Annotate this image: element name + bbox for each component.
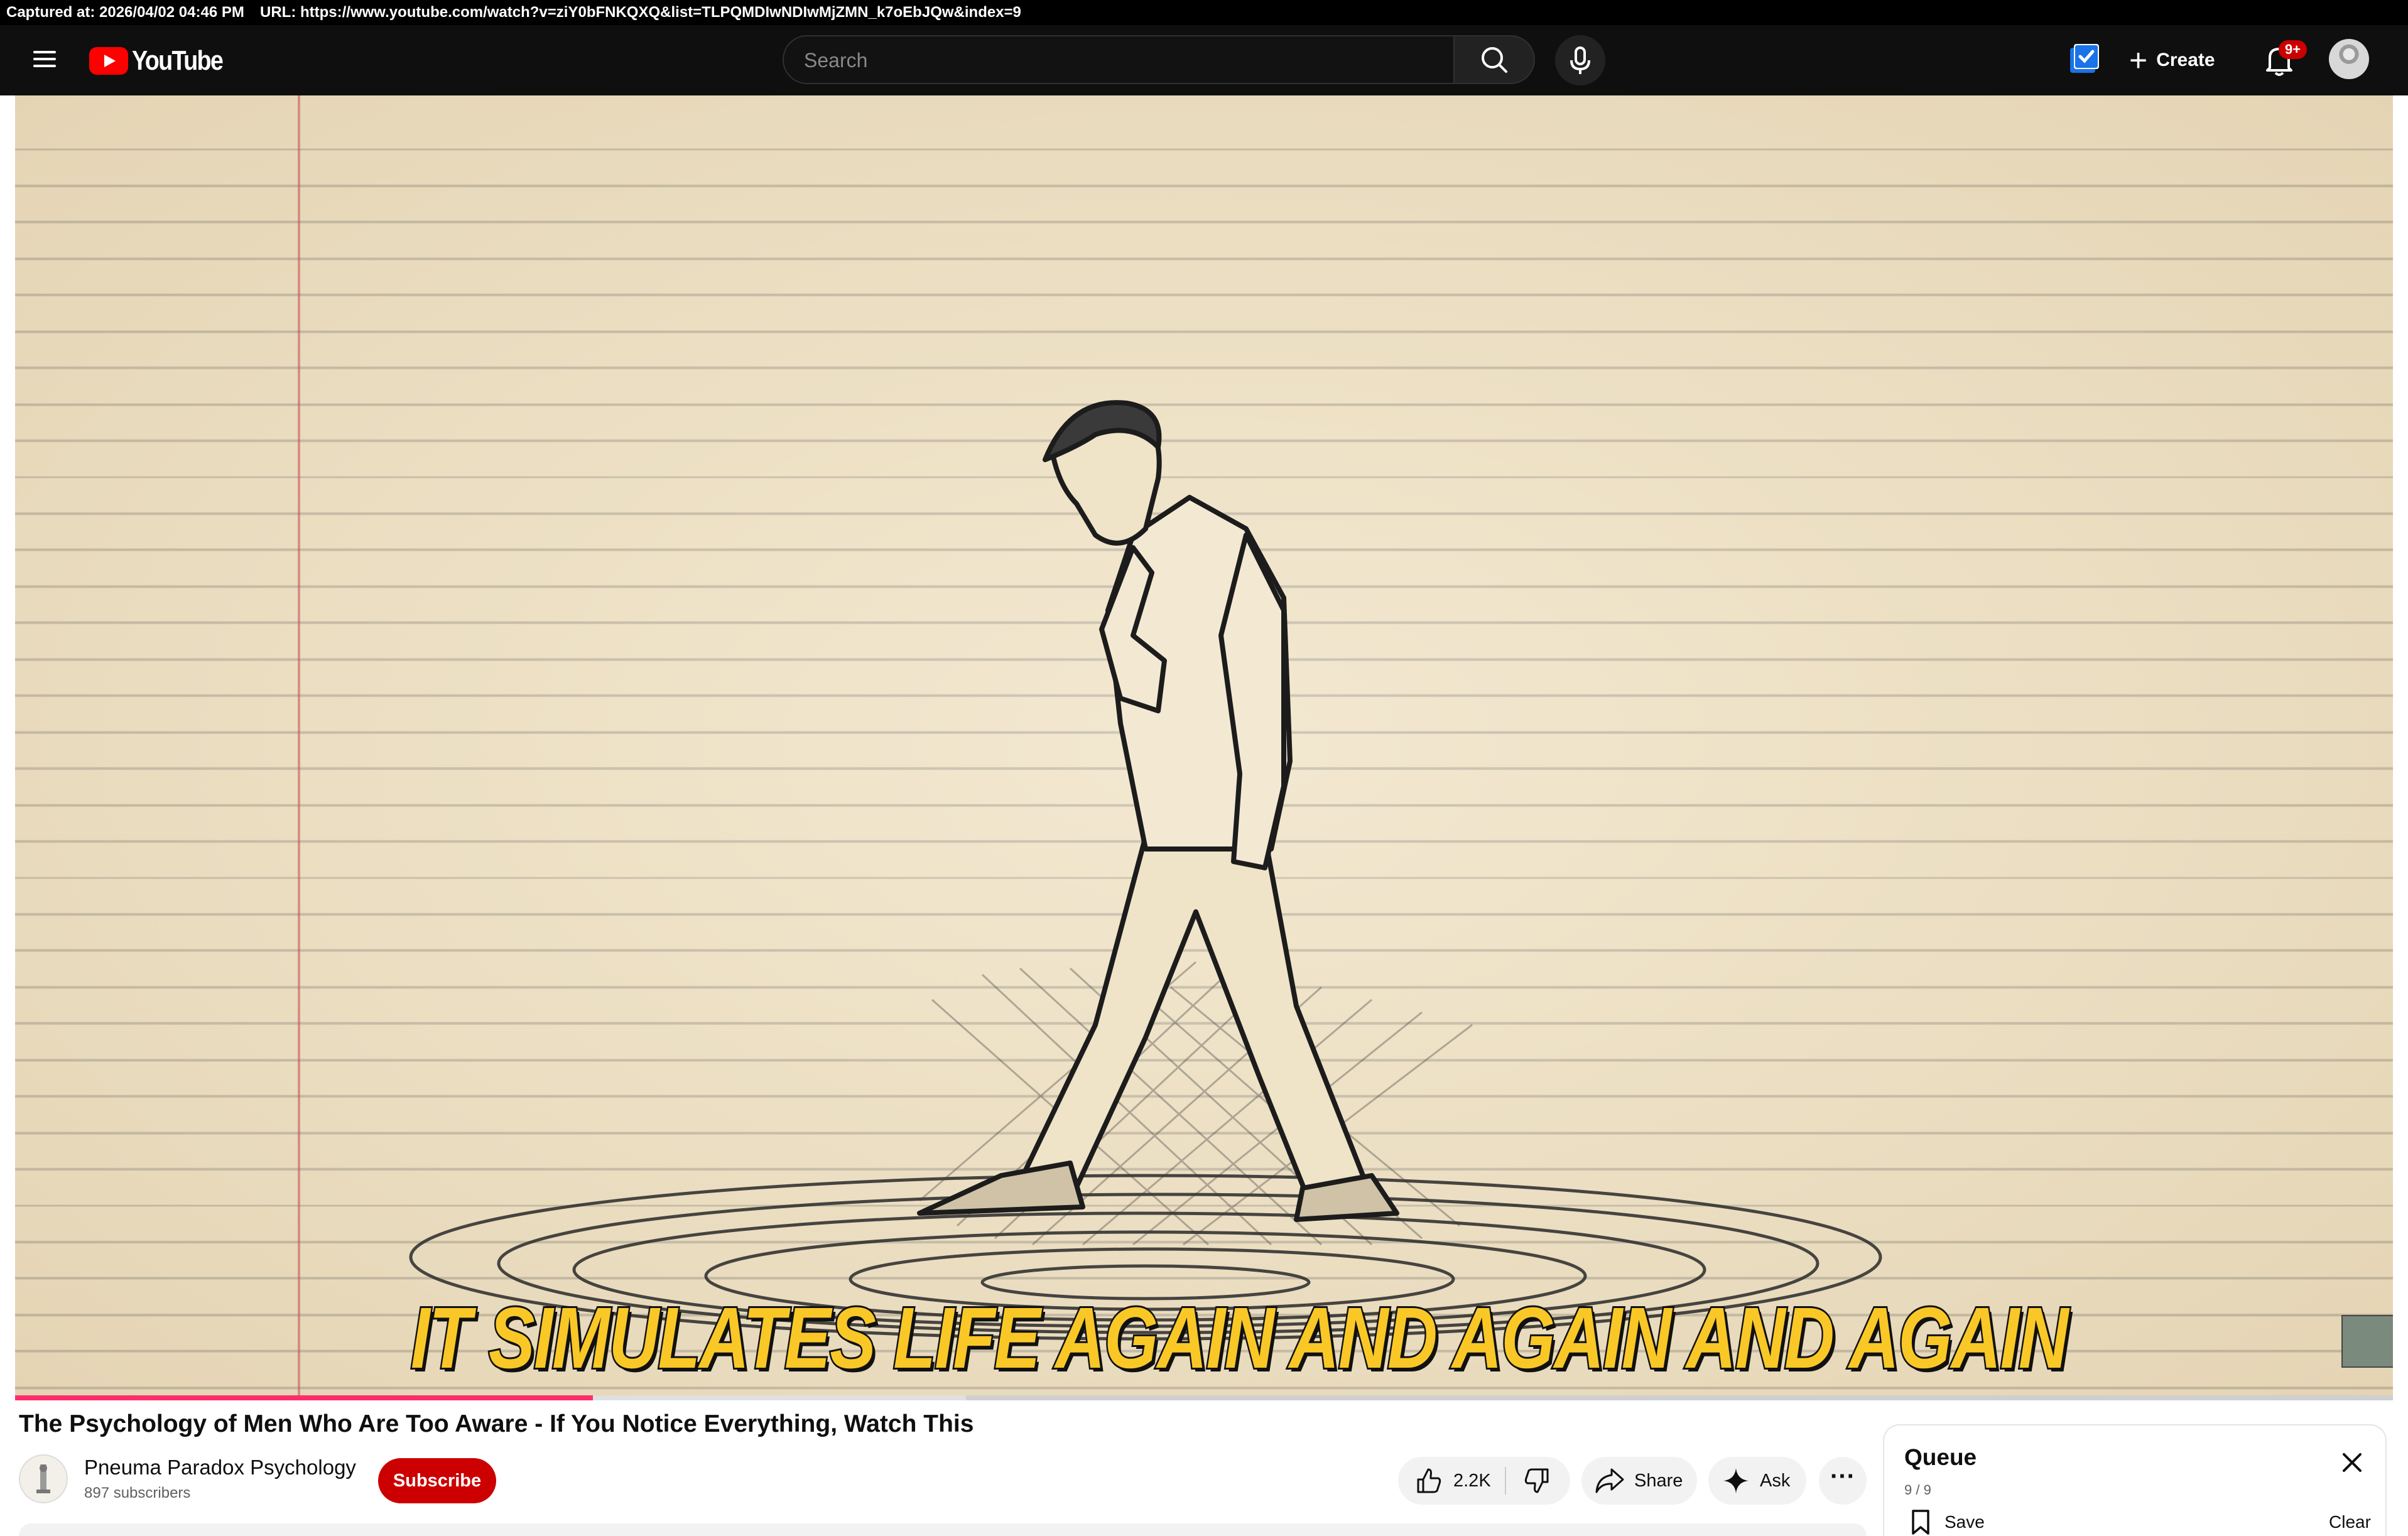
menu-icon[interactable] [30,46,59,74]
channel-avatar[interactable] [19,1454,68,1503]
like-dislike-group: 2.2K [1398,1457,1570,1505]
channel-watermark-icon[interactable] [2341,1315,2393,1368]
close-icon[interactable] [2339,1449,2365,1476]
like-count: 2.2K [1453,1470,1491,1491]
studio-check-icon[interactable] [2069,43,2100,74]
thumbs-up-icon [1417,1468,1441,1493]
queue-save-button[interactable]: Save [1908,1508,1985,1536]
queue-title: Queue [1904,1444,1977,1470]
queue-panel: Queue 9 / 9 Save Clear [1883,1424,2387,1536]
more-actions-button[interactable]: ··· [1819,1457,1867,1505]
create-label: Create [2156,50,2215,70]
ask-label: Ask [1760,1470,1791,1491]
bookmark-icon [1912,1510,1929,1535]
search-input[interactable] [803,36,1433,84]
youtube-play-icon [89,47,128,75]
capture-timestamp: Captured at: 2026/04/02 04:46 PM [6,4,244,21]
video-caption: IT SIMULATES LIFE AGAIN AND AGAIN AND AG… [409,1288,2070,1388]
description-box[interactable] [19,1523,1867,1536]
subscriber-count: 897 subscribers [84,1485,191,1501]
progress-bar[interactable] [15,1395,2393,1400]
thumbs-down-icon [1524,1468,1549,1493]
share-icon [1595,1468,1624,1493]
top-navigation: YouTube + Create 9+ [0,25,2408,95]
queue-save-label: Save [1944,1512,1985,1532]
channel-name[interactable]: Pneuma Paradox Psychology [84,1456,356,1479]
microphone-icon [1570,46,1590,74]
video-player[interactable]: IT SIMULATES LIFE AGAIN AND AGAIN AND AG… [15,95,2393,1395]
sketch-illustration [409,400,1882,1341]
subscribe-button[interactable]: Subscribe [378,1458,496,1503]
notification-badge: 9+ [2279,40,2308,59]
capture-url: URL: https://www.youtube.com/watch?v=ziY… [260,4,1021,21]
video-title: The Psychology of Men Who Are Too Aware … [19,1410,974,1437]
search-icon [1482,47,1507,73]
share-label: Share [1634,1470,1683,1491]
like-button[interactable]: 2.2K [1398,1457,1505,1505]
progress-played [15,1395,593,1400]
sparkle-icon [1723,1468,1749,1493]
dislike-button[interactable] [1509,1457,1569,1505]
search-button[interactable] [1455,35,1535,84]
account-avatar[interactable] [2329,39,2369,79]
youtube-logo-text: YouTube [132,45,224,76]
plus-icon: + [2129,43,2148,78]
voice-search-button[interactable] [1555,35,1605,85]
share-button[interactable]: Share [1581,1457,1697,1505]
more-horizontal-icon: ··· [1830,1463,1855,1490]
channel-logo-icon [36,1464,50,1493]
queue-count: 9 / 9 [1904,1482,1931,1498]
ask-button[interactable]: Ask [1708,1457,1806,1505]
youtube-logo[interactable]: YouTube [89,45,237,76]
search-box [783,35,1455,84]
create-button[interactable]: + Create [2129,38,2215,83]
queue-clear-button[interactable]: Clear [2329,1512,2371,1532]
capture-banner: Captured at: 2026/04/02 04:46 PM URL: ht… [0,0,2408,25]
